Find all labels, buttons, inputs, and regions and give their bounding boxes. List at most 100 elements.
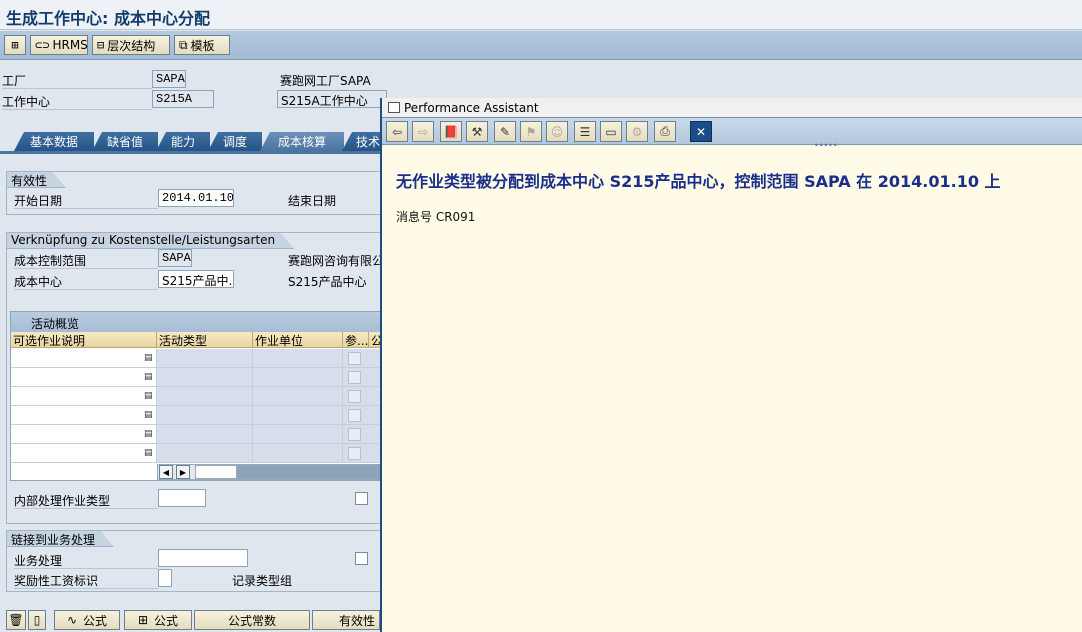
scroll-thumb[interactable] bbox=[195, 465, 237, 479]
reference-checkbox[interactable] bbox=[348, 447, 361, 460]
table-cell[interactable] bbox=[157, 387, 253, 406]
performance-assistant-toolbar: ⇦ ⇨ 📕 ⚒ ✎ ⚑ ☺ ☰ ▭ ⚙ ⎙ ✕ bbox=[382, 118, 1082, 145]
hrms-button[interactable]: ⊂⊃ HRMS bbox=[30, 35, 88, 55]
table-cell bbox=[343, 387, 381, 406]
tab-capacity[interactable]: 能力 bbox=[156, 132, 210, 151]
template-button[interactable]: ⧉ 模板 bbox=[174, 35, 230, 55]
controlling-area-field[interactable]: SAPA bbox=[158, 249, 192, 267]
table-row[interactable]: ▤ bbox=[11, 349, 157, 368]
incentive-wage-underline bbox=[14, 588, 158, 589]
table-row[interactable]: ▤ bbox=[11, 406, 157, 425]
column-header-alt-description[interactable]: 可选作业说明 bbox=[11, 332, 157, 348]
hierarchy-button[interactable]: ⊟ 层次结构 bbox=[92, 35, 170, 55]
table-cell[interactable] bbox=[253, 444, 343, 463]
document-icon: ▯ bbox=[33, 613, 41, 627]
start-date-field[interactable]: 2014.01.10 bbox=[158, 189, 234, 207]
table-row[interactable]: ▤ bbox=[11, 444, 157, 463]
hierarchy-icon: ⊞ bbox=[11, 38, 19, 52]
tab-costing[interactable]: 成本核算 bbox=[260, 132, 344, 151]
internal-activity-field[interactable] bbox=[158, 489, 206, 507]
tab-basic-data[interactable]: 基本数据 bbox=[14, 132, 94, 151]
tab-scheduling[interactable]: 调度 bbox=[208, 132, 262, 151]
validity-button-label: 有效性 bbox=[338, 613, 375, 628]
column-header-activity-unit[interactable]: 作业单位 bbox=[253, 332, 343, 348]
help-icon: ⚑ bbox=[525, 124, 537, 139]
workcenter-label: 工作中心 bbox=[2, 95, 51, 109]
table-cell[interactable] bbox=[157, 406, 253, 425]
table-cell bbox=[343, 368, 381, 387]
value-help-icon[interactable]: ▤ bbox=[144, 428, 154, 440]
formula-button-1[interactable]: ∿ 公式 bbox=[54, 610, 120, 630]
users-icon: ☺ bbox=[550, 124, 564, 139]
tools-icon: ⚒ bbox=[471, 124, 483, 139]
table-cell[interactable] bbox=[157, 444, 253, 463]
tab-strip-border bbox=[0, 151, 382, 154]
error-message: 无作业类型被分配到成本中心 S215产品中心，控制范围 SAPA 在 2014.… bbox=[396, 172, 1001, 191]
value-help-icon[interactable]: ▤ bbox=[144, 447, 154, 459]
performance-assistant-title: Performance Assistant bbox=[404, 101, 539, 115]
table-cell[interactable] bbox=[253, 425, 343, 444]
business-process-checkbox[interactable] bbox=[355, 552, 368, 565]
value-help-icon[interactable]: ▤ bbox=[144, 390, 154, 402]
column-header-activity-type[interactable]: 活动类型 bbox=[157, 332, 253, 348]
scroll-track bbox=[237, 465, 381, 479]
tab-technical[interactable]: 技术 bbox=[342, 132, 382, 151]
back-button[interactable]: ⇦ bbox=[386, 121, 408, 142]
incentive-wage-field[interactable] bbox=[158, 569, 172, 587]
table-row[interactable]: ▤ bbox=[11, 425, 157, 444]
display-change-button[interactable]: ⊞ bbox=[4, 35, 26, 55]
settings-button[interactable]: ⚙ bbox=[626, 121, 648, 142]
table-cell[interactable] bbox=[253, 406, 343, 425]
arrow-left-icon: ⇦ bbox=[391, 124, 403, 139]
workcenter-field[interactable]: S215A bbox=[152, 90, 214, 108]
close-button[interactable]: ✕ bbox=[690, 121, 712, 142]
hrms-label: HRMS bbox=[52, 38, 88, 52]
reference-checkbox[interactable] bbox=[348, 428, 361, 441]
controlling-area-description: 赛跑网咨询有限公 bbox=[288, 254, 382, 268]
table-cell bbox=[343, 444, 381, 463]
reference-checkbox[interactable] bbox=[348, 352, 361, 365]
formula-constants-button[interactable]: 公式常数 bbox=[194, 610, 310, 630]
table-cell bbox=[343, 349, 381, 368]
drag-handle[interactable]: ••••• bbox=[814, 141, 838, 150]
users-button[interactable]: ☺ bbox=[546, 121, 568, 142]
glossary-button[interactable]: 📕 bbox=[440, 121, 462, 142]
formula-label-1: 公式 bbox=[83, 613, 108, 628]
reference-checkbox[interactable] bbox=[348, 390, 361, 403]
table-cell[interactable] bbox=[157, 349, 253, 368]
plant-field[interactable]: SAPA bbox=[152, 70, 186, 88]
table-cell[interactable] bbox=[253, 368, 343, 387]
forward-button[interactable]: ⇨ bbox=[412, 121, 434, 142]
performance-assistant-titlebar[interactable]: Performance Assistant bbox=[382, 98, 1082, 118]
tab-defaults[interactable]: 缺省值 bbox=[92, 132, 158, 151]
table-cell[interactable] bbox=[157, 368, 253, 387]
reference-checkbox[interactable] bbox=[348, 371, 361, 384]
table-cell[interactable] bbox=[253, 349, 343, 368]
table-row[interactable]: ▤ bbox=[11, 387, 157, 406]
technical-info-button[interactable]: ⚒ bbox=[466, 121, 488, 142]
scroll-right-icon[interactable]: ▶ bbox=[176, 465, 190, 479]
value-help-icon[interactable]: ▤ bbox=[144, 371, 154, 383]
value-help-icon[interactable]: ▤ bbox=[144, 409, 154, 421]
contents-button[interactable]: ☰ bbox=[574, 121, 596, 142]
delete-button[interactable]: 🗑 bbox=[6, 610, 26, 630]
new-entry-button[interactable]: ▯ bbox=[28, 610, 46, 630]
reference-checkbox[interactable] bbox=[348, 409, 361, 422]
print-button[interactable]: ⎙ bbox=[654, 121, 676, 142]
table-row[interactable]: ▤ bbox=[11, 368, 157, 387]
table-cell[interactable] bbox=[253, 387, 343, 406]
table-cell[interactable] bbox=[157, 425, 253, 444]
help-button[interactable]: ⚑ bbox=[520, 121, 542, 142]
column-header-reference[interactable]: 参... bbox=[343, 332, 369, 348]
business-process-field[interactable] bbox=[158, 549, 248, 567]
display-button[interactable]: ▭ bbox=[600, 121, 622, 142]
formula-label-2: 公式 bbox=[154, 613, 179, 628]
scroll-left-icon[interactable]: ◀ bbox=[159, 465, 173, 479]
cost-center-field[interactable]: S215产品中. bbox=[158, 270, 234, 288]
validity-button[interactable]: 有效性 bbox=[312, 610, 380, 630]
edit-button[interactable]: ✎ bbox=[494, 121, 516, 142]
controlling-area-underline bbox=[14, 268, 158, 269]
formula-button-2[interactable]: ⊞ 公式 bbox=[124, 610, 192, 630]
internal-activity-checkbox[interactable] bbox=[355, 492, 368, 505]
value-help-icon[interactable]: ▤ bbox=[144, 352, 154, 364]
